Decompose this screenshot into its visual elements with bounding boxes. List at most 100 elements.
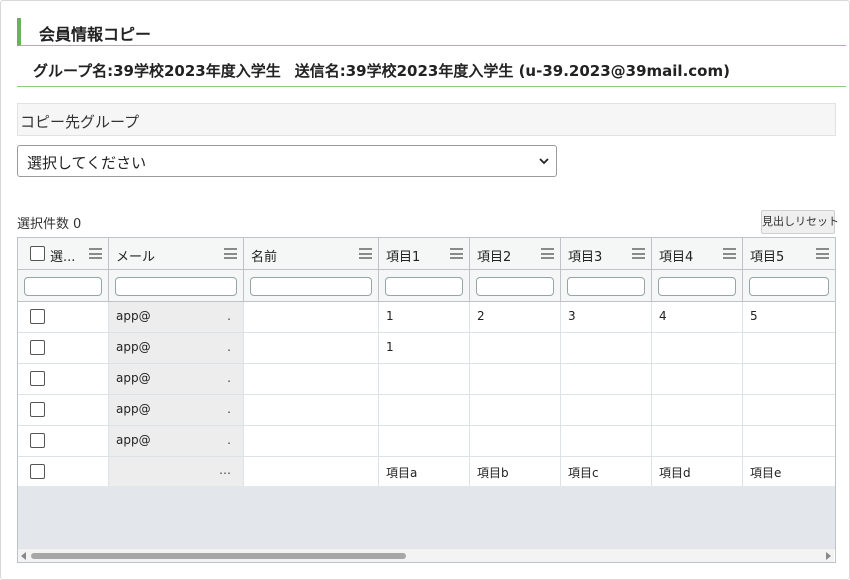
- mail-text-end: .: [227, 340, 231, 354]
- selection-count-value: 0: [73, 217, 82, 232]
- item1-cell: 1: [379, 333, 470, 363]
- selection-count-label: 選択件数: [17, 217, 70, 232]
- grid-filter-row: [18, 270, 835, 302]
- filter-input-item2[interactable]: [476, 277, 554, 296]
- mail-cell: …: [109, 457, 244, 487]
- scrollbar-thumb[interactable]: [31, 553, 406, 559]
- cell-value: 4: [659, 309, 667, 323]
- column-header-label: 項目1: [386, 250, 421, 265]
- column-header-name[interactable]: 名前: [244, 238, 379, 270]
- select-cell: [18, 457, 109, 487]
- arrow-left-icon[interactable]: [21, 552, 26, 560]
- cell-value: 1: [386, 309, 394, 323]
- column-header-label: 項目3: [568, 250, 603, 265]
- table-row[interactable]: … 項目a 項目b 項目c 項目d 項目e: [18, 457, 835, 488]
- table-row[interactable]: app@ .: [18, 426, 835, 457]
- table-row[interactable]: app@ . 1: [18, 333, 835, 364]
- select-cell: [18, 395, 109, 425]
- column-header-select[interactable]: 選...: [18, 238, 109, 270]
- filter-cell-mail: [109, 270, 244, 302]
- mail-text-end: .: [227, 309, 231, 323]
- item3-cell: [561, 333, 652, 363]
- mail-cell: app@ .: [109, 395, 244, 425]
- filter-input-item3[interactable]: [567, 277, 645, 296]
- table-row[interactable]: app@ .: [18, 395, 835, 426]
- filter-cell-item5: [743, 270, 835, 302]
- filter-input-select[interactable]: [24, 277, 102, 296]
- column-header-item1[interactable]: 項目1: [379, 238, 470, 270]
- mail-text-end: .: [227, 433, 231, 447]
- item5-cell: [743, 333, 835, 363]
- item2-cell: [470, 364, 561, 394]
- item4-cell: [652, 395, 743, 425]
- hamburger-menu-icon[interactable]: [359, 248, 372, 259]
- select-all-checkbox[interactable]: [30, 246, 45, 261]
- filter-cell-item1: [379, 270, 470, 302]
- item3-cell: [561, 364, 652, 394]
- filter-input-name[interactable]: [250, 277, 372, 296]
- copy-target-select[interactable]: 選択してください: [17, 145, 557, 177]
- hamburger-menu-icon[interactable]: [723, 248, 736, 259]
- hamburger-menu-icon[interactable]: [632, 248, 645, 259]
- item5-cell: 項目e: [743, 457, 835, 487]
- cell-value: 5: [750, 309, 758, 323]
- header-reset-button[interactable]: 見出しリセット: [761, 210, 839, 234]
- hamburger-menu-icon[interactable]: [224, 248, 237, 259]
- column-header-item3[interactable]: 項目3: [561, 238, 652, 270]
- filter-input-item4[interactable]: [658, 277, 736, 296]
- mail-text: app@: [116, 402, 151, 416]
- item2-cell: [470, 395, 561, 425]
- item1-cell: 1: [379, 302, 470, 332]
- table-row[interactable]: app@ .: [18, 364, 835, 395]
- hamburger-menu-icon[interactable]: [450, 248, 463, 259]
- filter-input-item1[interactable]: [385, 277, 463, 296]
- item3-cell: [561, 395, 652, 425]
- item4-cell: [652, 364, 743, 394]
- filter-cell-item4: [652, 270, 743, 302]
- item4-cell: [652, 333, 743, 363]
- name-cell: [244, 457, 379, 487]
- row-checkbox[interactable]: [30, 402, 45, 417]
- filter-input-item5[interactable]: [749, 277, 829, 296]
- cell-value: 項目e: [750, 466, 782, 480]
- cell-value: 項目d: [659, 466, 691, 480]
- filter-cell-item2: [470, 270, 561, 302]
- item5-cell: [743, 364, 835, 394]
- column-header-item5[interactable]: 項目5: [743, 238, 835, 270]
- item4-cell: [652, 426, 743, 456]
- cell-value: 項目a: [386, 466, 418, 480]
- name-cell: [244, 333, 379, 363]
- cell-value: 項目c: [568, 466, 599, 480]
- group-name: グループ名:39学校2023年度入学生: [33, 62, 281, 80]
- column-header-mail[interactable]: メール: [109, 238, 244, 270]
- item5-cell: [743, 395, 835, 425]
- hamburger-menu-icon[interactable]: [816, 248, 829, 259]
- row-checkbox[interactable]: [30, 433, 45, 448]
- column-header-item4[interactable]: 項目4: [652, 238, 743, 270]
- mail-cell: app@ .: [109, 426, 244, 456]
- item2-cell: [470, 333, 561, 363]
- select-cell: [18, 426, 109, 456]
- grid-empty-area: [18, 486, 835, 550]
- hamburger-menu-icon[interactable]: [89, 248, 102, 259]
- mail-cell: app@ .: [109, 333, 244, 363]
- item5-cell: 5: [743, 302, 835, 332]
- item1-cell: [379, 364, 470, 394]
- group-info-text: グループ名:39学校2023年度入学生 送信名:39学校2023年度入学生 (u-…: [33, 60, 744, 81]
- row-checkbox[interactable]: [30, 340, 45, 355]
- row-checkbox[interactable]: [30, 371, 45, 386]
- horizontal-scrollbar[interactable]: [18, 548, 834, 562]
- table-row[interactable]: app@ . 1 2 3 4 5: [18, 302, 835, 333]
- filter-cell-name: [244, 270, 379, 302]
- page-title: 会員情報コピー: [39, 25, 152, 44]
- select-cell: [18, 302, 109, 332]
- name-cell: [244, 302, 379, 332]
- arrow-right-icon[interactable]: [826, 552, 831, 560]
- mail-text: app@: [116, 309, 151, 323]
- chevron-down-icon: [539, 158, 549, 165]
- row-checkbox[interactable]: [30, 464, 45, 479]
- column-header-item2[interactable]: 項目2: [470, 238, 561, 270]
- hamburger-menu-icon[interactable]: [541, 248, 554, 259]
- row-checkbox[interactable]: [30, 309, 45, 324]
- filter-input-mail[interactable]: [115, 277, 237, 296]
